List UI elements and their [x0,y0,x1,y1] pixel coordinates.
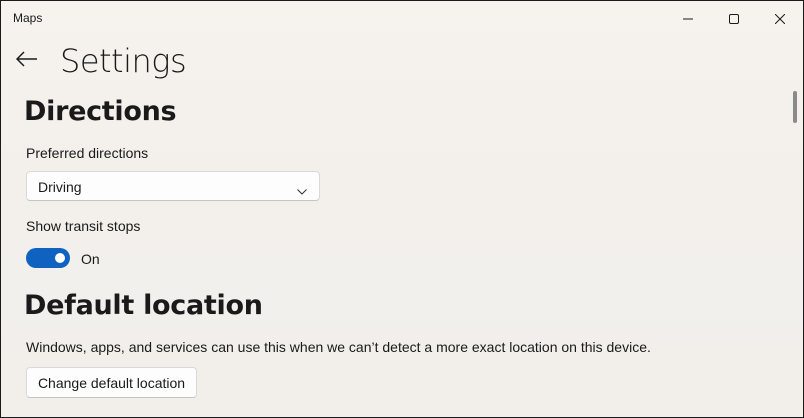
default-location-heading: Default location [24,290,263,321]
maps-window: Maps Settings Directions Preferred direc… [0,0,804,418]
show-transit-stops-label: Show transit stops [26,218,141,234]
maximize-icon [729,14,739,24]
close-button[interactable] [757,1,803,37]
preferred-directions-label: Preferred directions [26,145,149,161]
toggle-knob [55,253,65,263]
chevron-down-icon [297,182,307,200]
directions-heading: Directions [24,96,177,127]
change-default-location-button[interactable]: Change default location [26,367,197,398]
back-arrow-icon [15,50,38,72]
default-location-description: Windows, apps, and services can use this… [26,339,651,355]
minimize-button[interactable] [665,1,711,37]
maximize-button[interactable] [711,1,757,37]
preferred-directions-dropdown[interactable]: Driving [26,171,320,201]
title-bar[interactable]: Maps [1,1,803,37]
back-button[interactable] [11,45,43,77]
toggle-state-label: On [81,251,100,267]
scrollbar-thumb[interactable] [793,91,797,123]
dropdown-selected-value: Driving [38,179,82,195]
close-icon [775,14,785,24]
transit-stops-toggle[interactable] [26,248,70,268]
change-default-location-label: Change default location [37,374,186,391]
app-title: Maps [13,11,43,25]
page-title: Settings [60,42,187,80]
minimize-icon [683,14,693,24]
